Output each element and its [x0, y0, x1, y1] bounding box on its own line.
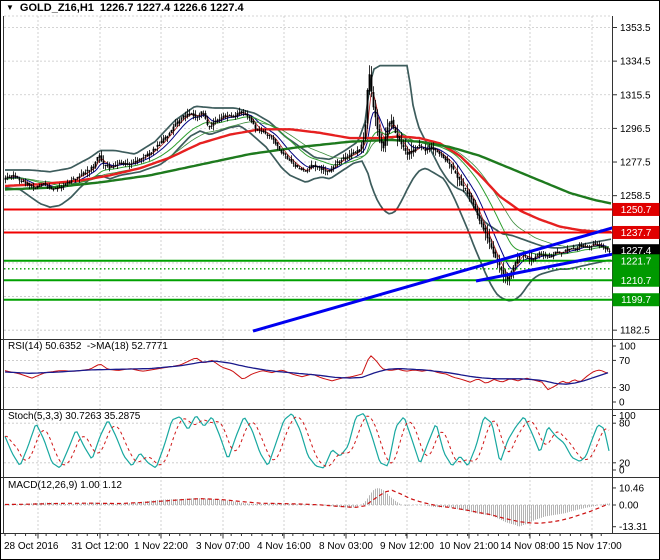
chart-title-bar: ▼ GOLD_Z16,H1 1226.7 1227.4 1226.6 1227.…	[6, 1, 244, 15]
indicator-axes: 100703001008020010.460.00-13.31	[612, 342, 648, 533]
time-tick-label: 1 Nov 22:00	[134, 541, 188, 552]
price-tick-label: 1182.5	[620, 326, 650, 337]
ohlc-values: 1226.7 1227.4 1226.6 1227.4	[99, 2, 244, 14]
rsi-indicator-label: RSI(14) 50.6352 ->MA(18) 52.7771	[8, 341, 168, 352]
ma-thin-red-line	[4, 91, 610, 277]
indicator-tick-label: 10.46	[619, 483, 644, 494]
indicator-tick-label: 100	[619, 342, 636, 353]
price-tick-label: 1258.5	[620, 191, 651, 202]
price-tick-label: 1296.5	[620, 124, 651, 135]
price-badge-label: 1199.7	[621, 295, 651, 306]
price-tick-label: 1334.5	[620, 57, 651, 68]
time-tick-label: 14 Nov 08:00	[500, 541, 560, 552]
price-tick-label: 1353.5	[620, 23, 651, 34]
ma-thin-navy-line	[4, 110, 610, 270]
price-badges: 1250.71237.71227.41221.71210.71199.7	[612, 202, 660, 307]
ma-thin-green-line	[5, 116, 610, 256]
chart-dropdown-arrow-icon[interactable]: ▼	[6, 3, 14, 13]
stoch-indicator-label: Stoch(5,3,3) 30.7263 35.2875	[8, 411, 141, 422]
indicator-tick-label: 0	[619, 398, 625, 409]
time-tick-label: 10 Nov 21:00	[439, 541, 499, 552]
macd-plot	[5, 488, 610, 527]
time-tick-label: 9 Nov 12:00	[380, 541, 434, 552]
macd-indicator-label: MACD(12,26,9) 1.00 1.12	[8, 480, 122, 491]
price-badge-label: 1210.7	[621, 276, 652, 287]
time-tick-label: 28 Oct 2016	[4, 541, 59, 552]
price-tick-label: 1315.5	[620, 90, 651, 101]
price-badge-label: 1221.7	[621, 256, 652, 267]
indicator-tick-label: 30	[619, 383, 631, 394]
time-tick-label: 3 Nov 07:00	[196, 541, 250, 552]
indicator-tick-label: 0	[619, 466, 625, 477]
price-axis[interactable]: 1353.5 1334.5 1315.5 1296.5 1277.5 1258.5 1182…	[612, 23, 651, 337]
indicator-tick-label: 80	[619, 419, 631, 430]
indicator-tick-label: 0.00	[619, 501, 639, 512]
indicator-tick-label: -13.31	[619, 522, 648, 533]
ma-thin-green2-line	[5, 121, 610, 248]
time-tick-label: 15 Nov 17:00	[562, 541, 622, 552]
rsi-plot	[4, 355, 609, 391]
indicator-tick-label: 70	[619, 356, 631, 367]
time-tick-label: 8 Nov 03:00	[319, 541, 373, 552]
price-badge-label: 1250.7	[621, 205, 652, 216]
symbol-period-label: GOLD_Z16,H1	[19, 2, 94, 14]
time-tick-label: 4 Nov 16:00	[257, 541, 311, 552]
time-tick-label: 31 Oct 12:00	[71, 541, 129, 552]
fast-ma-lines	[4, 91, 610, 277]
mt4-chart-window: ▼ GOLD_Z16,H1 1226.7 1227.4 1226.6 1227.…	[0, 0, 660, 560]
chart-canvas[interactable]: 1353.5 1334.5 1315.5 1296.5 1277.5 1258.5 1182…	[0, 0, 660, 560]
time-axis[interactable]: 28 Oct 2016 31 Oct 12:00 1 Nov 22:00 3 Nov …	[4, 533, 622, 553]
price-badge-label: 1237.7	[621, 228, 652, 239]
price-tick-label: 1277.5	[620, 158, 651, 169]
